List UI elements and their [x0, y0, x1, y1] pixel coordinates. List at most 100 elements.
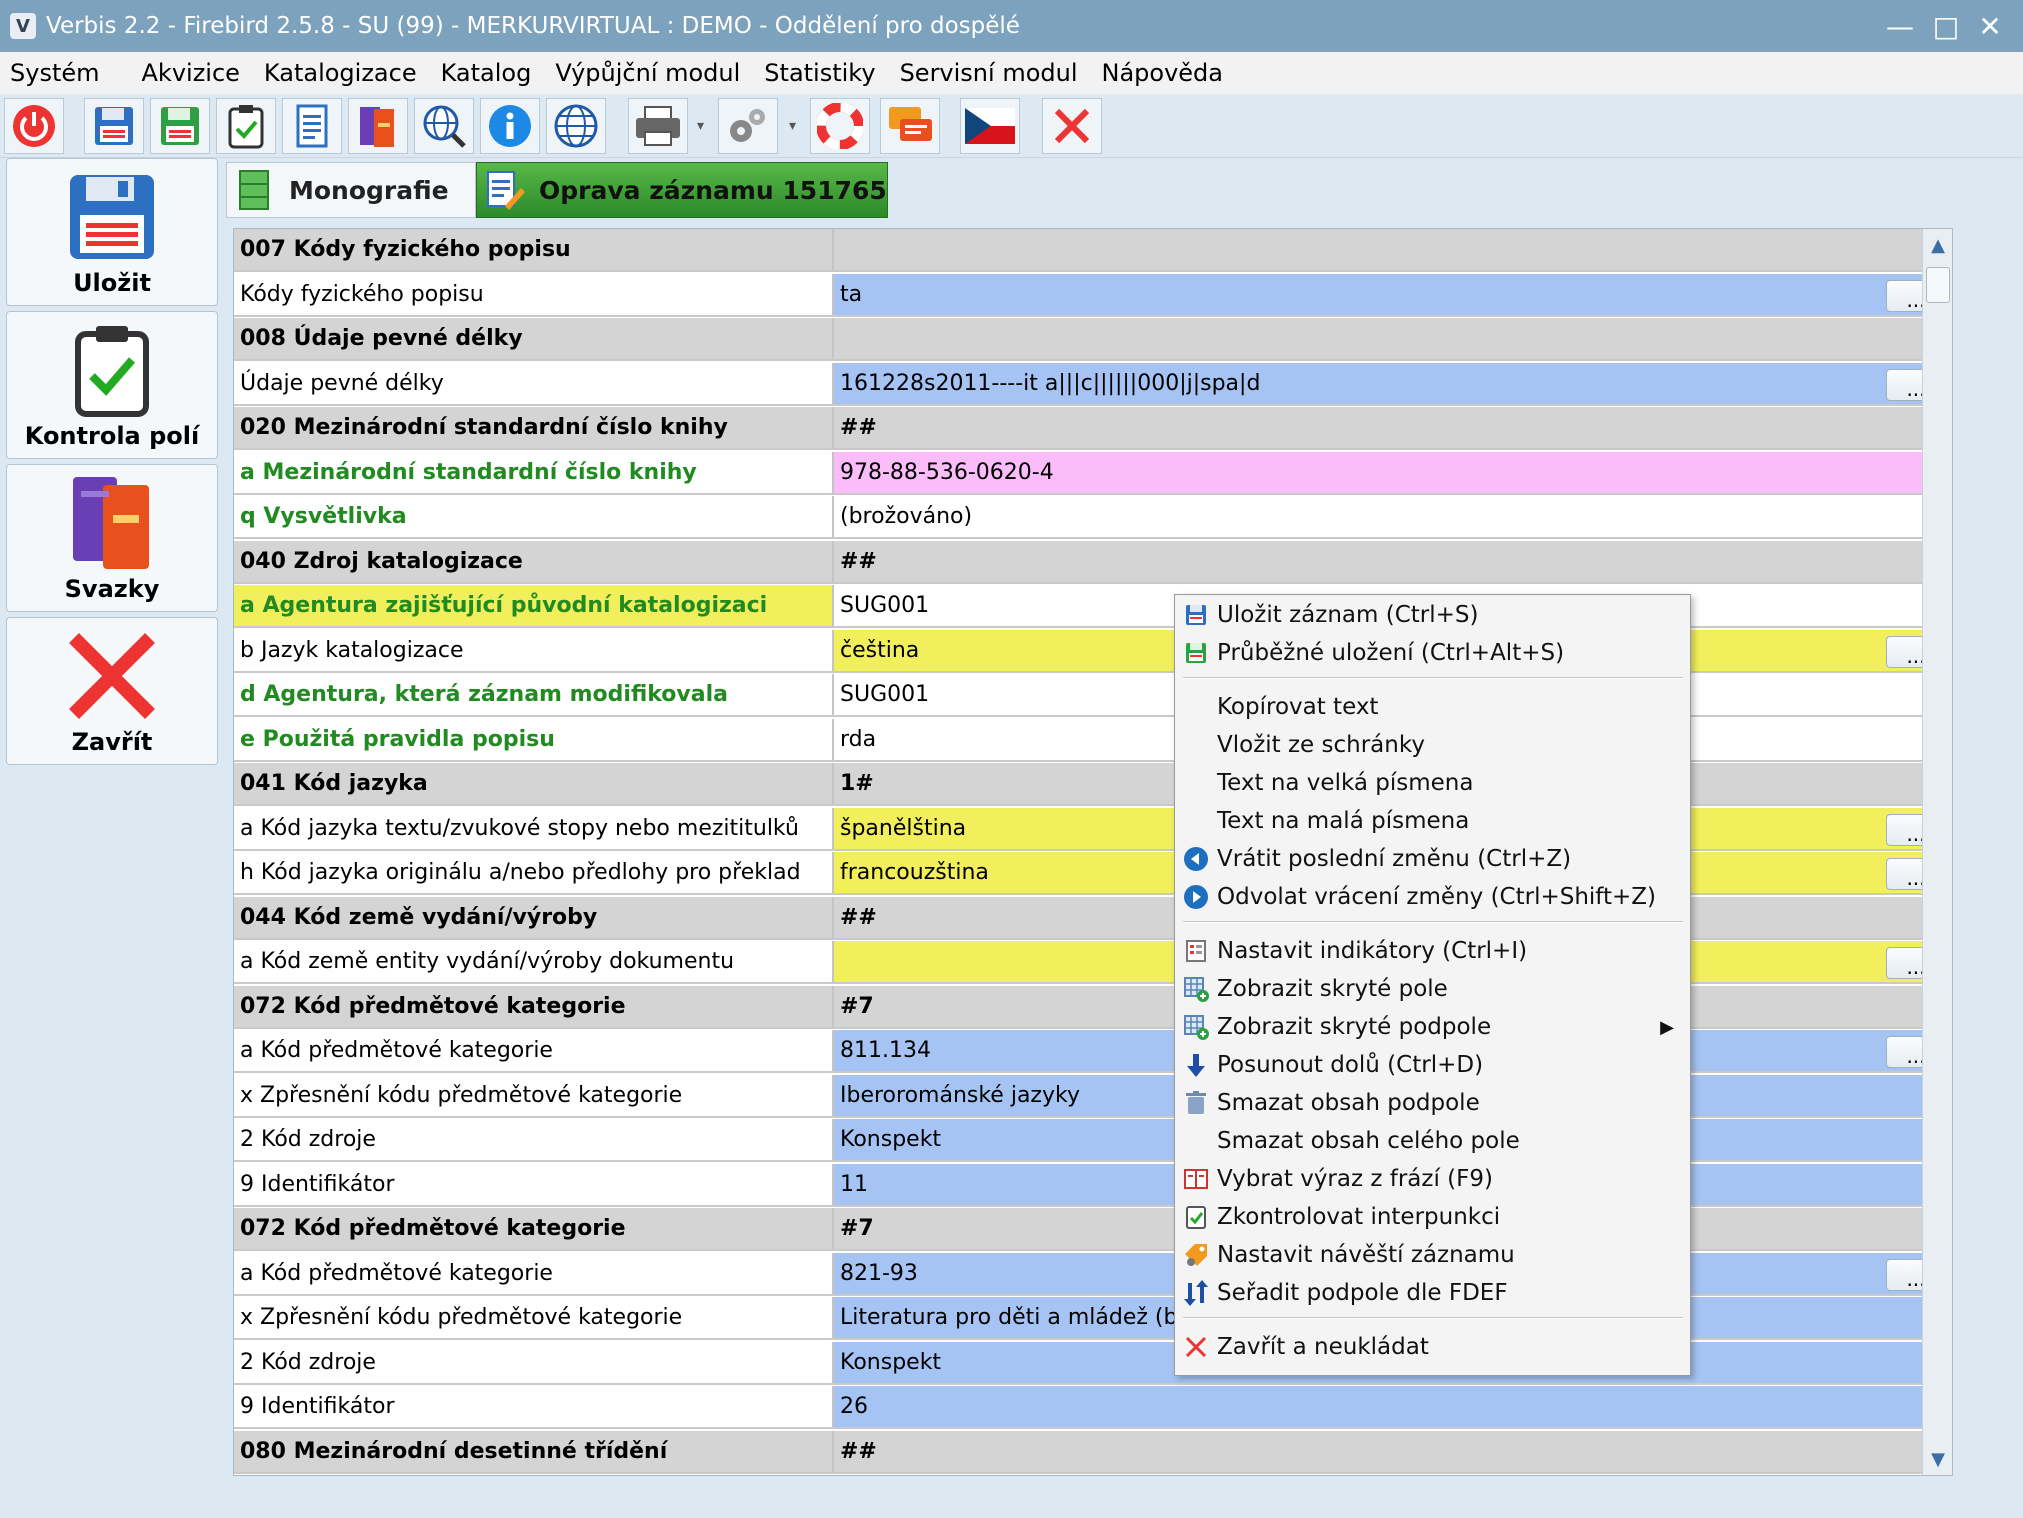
field-row[interactable]: 080 Mezinárodní desetinné třídění ## — [234, 1430, 1952, 1474]
context-menu-item[interactable]: Uložit záznam (Ctrl+S) — [1175, 597, 1690, 633]
subfield-row[interactable]: 2 Kód zdroje Konspekt — [234, 1119, 1952, 1162]
menu-item-akvizice[interactable]: Akvizice — [114, 59, 254, 87]
scroll-thumb[interactable] — [1926, 267, 1950, 303]
context-menu-item[interactable]: Smazat obsah celého pole — [1175, 1123, 1690, 1159]
subfield-row[interactable]: 9 Identifikátor 26 — [234, 1386, 1952, 1429]
subfield-row[interactable]: 9 Identifikátor 11 — [234, 1163, 1952, 1207]
volumes-button[interactable]: Svazky — [6, 464, 218, 612]
books-icon[interactable] — [348, 98, 408, 154]
globe-icon[interactable] — [546, 98, 606, 154]
menu-item-katalog[interactable]: Katalog — [431, 59, 546, 87]
field-row[interactable]: 072 Kód předmětové kategorie #7 — [234, 1208, 1952, 1251]
lifebuoy-icon[interactable] — [810, 98, 870, 154]
subfield-row[interactable]: x Zpřesnění kódu předmětové kategorie Lit… — [234, 1297, 1952, 1340]
menu-item-vypujcni-modul[interactable]: Výpůjční modul — [545, 59, 754, 87]
field-indicators[interactable] — [834, 229, 1952, 270]
context-menu-item[interactable]: Zavřít a neukládat — [1175, 1329, 1690, 1365]
minimize-icon[interactable]: — — [1880, 6, 1920, 46]
save-button[interactable]: Uložit — [6, 158, 218, 306]
menu-item-system[interactable]: Systém — [0, 59, 114, 87]
cabinet-icon — [239, 170, 269, 210]
field-indicators[interactable]: ## — [834, 540, 1952, 582]
context-menu-item[interactable]: Nastavit indikátory (Ctrl+I) — [1175, 933, 1690, 969]
globe-search-icon[interactable] — [414, 98, 474, 154]
subfield-row[interactable]: 2 Kód zdroje Konspekt — [234, 1341, 1952, 1385]
context-menu-item[interactable]: Zobrazit skryté podpole ▶ — [1175, 1009, 1690, 1045]
field-label: 040 Zdroj katalogizace — [234, 540, 834, 582]
field-indicators[interactable]: ## — [834, 407, 1952, 448]
scroll-down-icon[interactable]: ▼ — [1925, 1445, 1951, 1473]
subfield-value[interactable]: 26 — [834, 1386, 1952, 1427]
context-menu-item[interactable]: Vložit ze schránky — [1175, 727, 1690, 763]
field-row[interactable]: 007 Kódy fyzického popisu — [234, 229, 1952, 272]
tab-monografie-label: Monografie — [289, 175, 449, 205]
subfield-row[interactable]: b Jazyk katalogizace čeština... — [234, 629, 1952, 673]
vertical-scrollbar[interactable]: ▲ ▼ — [1922, 229, 1952, 1475]
subfield-row[interactable]: Kódy fyzického popisu ta... — [234, 273, 1952, 317]
printer-dropdown-icon[interactable]: ▾ — [697, 118, 711, 138]
subfield-row[interactable]: e Použitá pravidla popisu rda — [234, 718, 1952, 762]
subfield-value[interactable]: (brožováno) — [834, 496, 1952, 537]
subfield-row[interactable]: h Kód jazyka originálu a/nebo předlohy p… — [234, 852, 1952, 895]
menu-item-katalogizace[interactable]: Katalogizace — [254, 59, 431, 87]
chat-icon[interactable] — [880, 98, 940, 154]
context-menu-item-label: Vybrat výraz z frází (F9) — [1217, 1166, 1493, 1192]
gears-dropdown-icon[interactable]: ▾ — [789, 118, 803, 138]
context-menu-item[interactable]: Posunout dolů (Ctrl+D) — [1175, 1047, 1690, 1083]
menu-item-statistiky[interactable]: Statistiky — [754, 59, 889, 87]
context-menu-item[interactable]: Kopírovat text — [1175, 689, 1690, 725]
subfield-row[interactable]: a Agentura zajišťující původní katalogiz… — [234, 585, 1952, 628]
menu-item-servisni-modul[interactable]: Servisní modul — [890, 59, 1092, 87]
close-button[interactable]: Zavřít — [6, 617, 218, 765]
close-window-icon[interactable]: ✕ — [1970, 6, 2010, 46]
subfield-row[interactable]: q Vysvětlivka (brožováno) — [234, 496, 1952, 539]
field-row[interactable]: 072 Kód předmětové kategorie #7 — [234, 985, 1952, 1029]
subfield-row[interactable]: a Mezinárodní standardní číslo knihy 978-… — [234, 451, 1952, 495]
context-menu-item[interactable]: Odvolat vrácení změny (Ctrl+Shift+Z) — [1175, 879, 1690, 915]
clipboard-check-icon[interactable] — [216, 98, 276, 154]
power-icon[interactable] — [4, 98, 64, 154]
field-row[interactable]: 041 Kód jazyka 1# — [234, 763, 1952, 806]
close-icon[interactable] — [1042, 98, 1102, 154]
subfield-row[interactable]: a Kód předmětové kategorie 821-93... — [234, 1252, 1952, 1296]
subfield-value[interactable]: 978-88-536-0620-4 — [834, 451, 1952, 493]
field-indicators[interactable]: ## — [834, 1430, 1952, 1472]
context-menu-item[interactable]: Zobrazit skryté pole — [1175, 971, 1690, 1007]
context-menu-item[interactable]: Vybrat výraz z frází (F9) — [1175, 1161, 1690, 1197]
czech-flag-icon[interactable] — [960, 98, 1020, 154]
field-indicators[interactable] — [834, 318, 1952, 359]
subfield-value[interactable]: 161228s2011----it a|||c||||||000|j|spa|d — [834, 362, 1952, 404]
field-row[interactable]: 040 Zdroj katalogizace ## — [234, 540, 1952, 584]
subfield-row[interactable]: x Zpřesnění kódu předmětové kategorie Ibe… — [234, 1074, 1952, 1118]
context-menu-item[interactable]: Průběžné uložení (Ctrl+Alt+S) — [1175, 635, 1690, 671]
field-row[interactable]: 020 Mezinárodní standardní číslo knihy ## — [234, 407, 1952, 450]
context-menu-item[interactable]: Nastavit návěští záznamu — [1175, 1237, 1690, 1273]
subfield-row[interactable]: a Kód předmětové kategorie 811.134... — [234, 1030, 1952, 1073]
subfield-value[interactable]: ta — [834, 273, 1952, 315]
subfield-row[interactable]: d Agentura, která záznam modifikovala SUG… — [234, 674, 1952, 717]
subfield-row[interactable]: a Kód jazyka textu/zvukové stopy nebo me… — [234, 807, 1952, 851]
context-menu-item[interactable]: Text na velká písmena — [1175, 765, 1690, 801]
context-menu-item[interactable]: Vrátit poslední změnu (Ctrl+Z) — [1175, 841, 1690, 877]
info-icon[interactable] — [480, 98, 540, 154]
menu-item-napoveda[interactable]: Nápověda — [1092, 59, 1238, 87]
field-row[interactable]: 008 Údaje pevné délky — [234, 318, 1952, 361]
context-menu-item[interactable]: Text na malá písmena — [1175, 803, 1690, 839]
maximize-icon[interactable]: □ — [1926, 6, 1966, 46]
gears-icon[interactable] — [718, 98, 778, 154]
subfield-row[interactable]: Údaje pevné délky 161228s2011----it a|||c… — [234, 362, 1952, 406]
tab-monografie[interactable]: Monografie — [226, 162, 476, 218]
context-menu-item[interactable]: Zkontrolovat interpunkci — [1175, 1199, 1690, 1235]
field-row[interactable]: 044 Kód země vydání/výroby ## — [234, 896, 1952, 940]
printer-icon[interactable] — [628, 98, 688, 154]
document-icon[interactable] — [282, 98, 342, 154]
context-menu-item[interactable]: Smazat obsah podpole — [1175, 1085, 1690, 1121]
field-check-button[interactable]: Kontrola polí — [6, 311, 218, 459]
tab-record-edit[interactable]: Oprava záznamu 151765 — [476, 162, 888, 218]
scroll-up-icon[interactable]: ▲ — [1925, 231, 1951, 259]
save-icon[interactable] — [84, 98, 144, 154]
subfield-label: 2 Kód zdroje — [234, 1341, 834, 1383]
save-green-icon[interactable] — [150, 98, 210, 154]
subfield-row[interactable]: a Kód země entity vydání/výroby dokument… — [234, 941, 1952, 984]
context-menu-item[interactable]: Seřadit podpole dle FDEF — [1175, 1275, 1690, 1311]
